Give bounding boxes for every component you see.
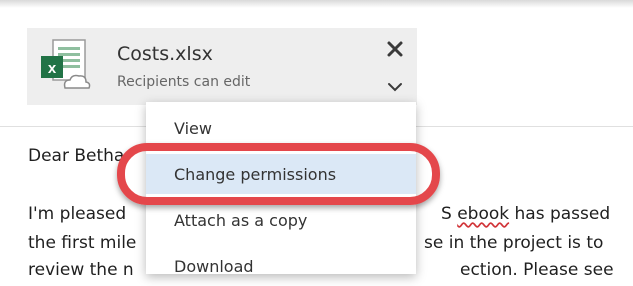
chevron-down-icon — [388, 83, 402, 92]
misspelled-word: ebook — [457, 204, 510, 224]
email-line-2-end[interactable]: se in the project is to — [424, 233, 603, 253]
email-greeting[interactable]: Dear Bethar — [28, 146, 131, 166]
svg-text:x: x — [48, 60, 57, 77]
email-line-3-start[interactable]: review the n — [28, 260, 134, 280]
menu-item-view[interactable]: View — [146, 108, 416, 148]
attachment-card[interactable]: x Costs.xlsx Recipients can edit — [27, 28, 417, 105]
excel-cloud-file-icon: x — [41, 39, 91, 89]
line1-end-a: S — [441, 204, 458, 224]
attachment-options-button[interactable] — [382, 76, 408, 98]
email-line-2-start[interactable]: the first mile — [28, 233, 136, 253]
line1-end-b: has passed — [509, 204, 611, 224]
menu-item-download[interactable]: Download — [146, 246, 416, 286]
greeting-text: Dear Beth — [28, 146, 114, 166]
email-line-1-start[interactable]: I'm pleased — [28, 204, 126, 224]
close-icon — [387, 41, 403, 57]
remove-attachment-button[interactable] — [382, 36, 408, 62]
highlight-annotation-ring — [117, 143, 440, 205]
email-line-1-end[interactable]: S ebook has passed — [441, 204, 610, 224]
email-line-3-end[interactable]: ection. Please see — [460, 260, 614, 280]
window-top-shadow — [0, 0, 633, 8]
attachment-file-name[interactable]: Costs.xlsx — [117, 43, 213, 65]
menu-item-attach-as-copy[interactable]: Attach as a copy — [146, 200, 416, 240]
attachment-permission-text: Recipients can edit — [117, 74, 251, 90]
